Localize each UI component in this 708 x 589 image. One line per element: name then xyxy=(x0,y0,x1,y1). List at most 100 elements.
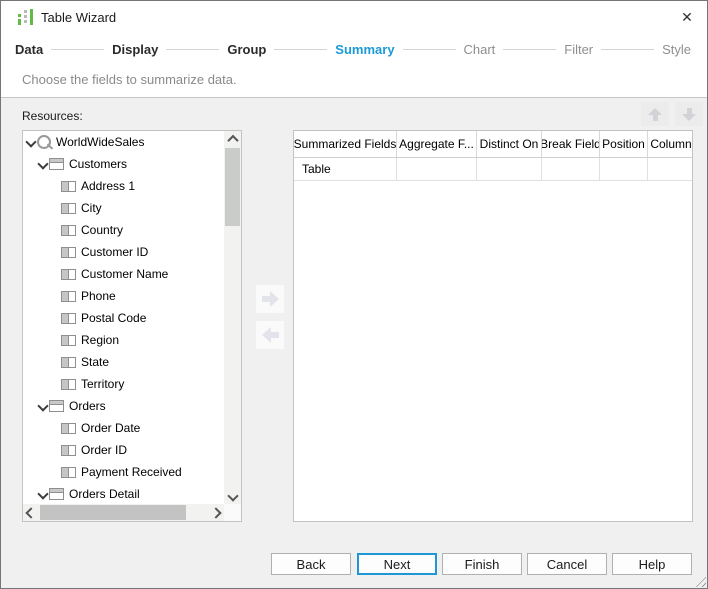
summary-fields-panel: Summarized FieldsAggregate F...Distinct … xyxy=(293,130,693,522)
tree-item-label: State xyxy=(81,355,109,369)
tree-item-country[interactable]: Country xyxy=(23,219,224,241)
cancel-button[interactable]: Cancel xyxy=(527,553,607,575)
icon-bar xyxy=(18,14,21,25)
tree-item-city[interactable]: City xyxy=(23,197,224,219)
collapse-chevron-icon[interactable] xyxy=(26,137,37,148)
tree-item-label: Address 1 xyxy=(81,179,135,193)
table-cell[interactable]: Table xyxy=(294,158,397,181)
tree-item-label: Order ID xyxy=(81,443,127,457)
resize-grip[interactable] xyxy=(693,574,706,587)
move-down-button[interactable] xyxy=(675,102,703,126)
column-icon xyxy=(61,203,76,214)
column-icon xyxy=(61,467,76,478)
collapse-chevron-icon[interactable] xyxy=(38,159,49,170)
tree-item-state[interactable]: State xyxy=(23,351,224,373)
tree-item-customer-name[interactable]: Customer Name xyxy=(23,263,224,285)
scroll-left-icon[interactable] xyxy=(23,504,39,521)
scroll-down-icon[interactable] xyxy=(224,488,241,504)
column-header-summarized-fields[interactable]: Summarized Fields xyxy=(294,131,397,157)
left-arrow-icon xyxy=(262,327,279,343)
horizontal-scroll-thumb[interactable] xyxy=(40,505,186,520)
back-button[interactable]: Back xyxy=(271,553,351,575)
tree-item-orders-detail[interactable]: Orders Detail xyxy=(23,483,224,504)
tree-item-postal-code[interactable]: Postal Code xyxy=(23,307,224,329)
column-icon xyxy=(61,445,76,456)
chevron-spacer xyxy=(50,203,61,214)
chevron-spacer xyxy=(50,313,61,324)
tree-item-customers[interactable]: Customers xyxy=(23,153,224,175)
tree-item-region[interactable]: Region xyxy=(23,329,224,351)
tree-item-label: Order Date xyxy=(81,421,140,435)
table-cell[interactable] xyxy=(600,158,648,181)
next-button[interactable]: Next xyxy=(357,553,437,575)
step-style[interactable]: Style xyxy=(662,42,691,57)
tree-item-payment-received[interactable]: Payment Received xyxy=(23,461,224,483)
vertical-scroll-thumb[interactable] xyxy=(225,148,240,226)
step-connector xyxy=(403,49,456,50)
move-up-button[interactable] xyxy=(641,102,669,126)
close-icon[interactable]: ✕ xyxy=(675,7,699,27)
step-display[interactable]: Display xyxy=(112,42,158,57)
column-header-column[interactable]: Column xyxy=(648,131,693,157)
tree-item-order-id[interactable]: Order ID xyxy=(23,439,224,461)
table-cell[interactable] xyxy=(397,158,477,181)
chevron-spacer xyxy=(50,445,61,456)
collapse-chevron-icon[interactable] xyxy=(38,401,49,412)
column-header-break-field[interactable]: Break Field xyxy=(542,131,600,157)
tree-item-label: Customer ID xyxy=(81,245,148,259)
column-icon xyxy=(61,357,76,368)
table-cell[interactable] xyxy=(648,158,693,181)
table-cell[interactable] xyxy=(477,158,542,181)
help-button[interactable]: Help xyxy=(612,553,692,575)
resources-tree: WorldWideSalesCustomers Address 1 CityCoun… xyxy=(23,131,224,504)
step-summary[interactable]: Summary xyxy=(335,42,394,57)
tree-item-label: Phone xyxy=(81,289,116,303)
step-group[interactable]: Group xyxy=(227,42,266,57)
chevron-spacer xyxy=(50,247,61,258)
tree-item-orders[interactable]: Orders xyxy=(23,395,224,417)
tree-item-phone[interactable]: Phone xyxy=(23,285,224,307)
step-chart[interactable]: Chart xyxy=(464,42,496,57)
up-arrow-icon xyxy=(648,108,662,121)
remove-field-button[interactable] xyxy=(256,321,284,349)
table-row[interactable]: Table xyxy=(294,158,692,181)
column-icon xyxy=(61,247,76,258)
tree-item-label: Region xyxy=(81,333,119,347)
column-header-position[interactable]: Position xyxy=(600,131,648,157)
chevron-spacer xyxy=(50,357,61,368)
wizard-subtitle: Choose the fields to summarize data. xyxy=(22,72,237,87)
summary-table-body: Table xyxy=(294,158,692,181)
finish-button[interactable]: Finish xyxy=(442,553,522,575)
resources-label: Resources: xyxy=(22,109,83,123)
scroll-right-icon[interactable] xyxy=(208,504,224,521)
table-cell[interactable] xyxy=(542,158,600,181)
step-data[interactable]: Data xyxy=(15,42,43,57)
add-field-button[interactable] xyxy=(256,285,284,313)
step-connector xyxy=(601,49,654,50)
tree-horizontal-scrollbar[interactable] xyxy=(23,504,224,521)
tree-item-label: Postal Code xyxy=(81,311,146,325)
column-icon xyxy=(61,423,76,434)
tree-item-label: Customer Name xyxy=(81,267,168,281)
tree-item-order-date[interactable]: Order Date xyxy=(23,417,224,439)
tree-item-worldwidesales[interactable]: WorldWideSales xyxy=(23,131,224,153)
scrollbar-corner xyxy=(224,504,241,521)
tree-vertical-scrollbar[interactable] xyxy=(224,131,241,504)
table-wizard-dialog: Table Wizard ✕ Data Display Group Summary Ch… xyxy=(0,0,708,589)
tree-item-customer-id[interactable]: Customer ID xyxy=(23,241,224,263)
column-icon xyxy=(61,291,76,302)
column-header-aggregate-f[interactable]: Aggregate F... xyxy=(397,131,477,157)
chevron-spacer xyxy=(50,291,61,302)
column-icon xyxy=(61,335,76,346)
collapse-chevron-icon[interactable] xyxy=(38,489,49,500)
column-header-distinct-on[interactable]: Distinct On xyxy=(477,131,542,157)
tree-item-address-1[interactable]: Address 1 xyxy=(23,175,224,197)
summary-table-header: Summarized FieldsAggregate F...Distinct … xyxy=(294,131,692,158)
scroll-up-icon[interactable] xyxy=(224,131,241,147)
column-icon xyxy=(61,181,76,192)
chevron-spacer xyxy=(50,335,61,346)
step-connector xyxy=(503,49,556,50)
step-filter[interactable]: Filter xyxy=(564,42,593,57)
title-bar: Table Wizard ✕ xyxy=(1,1,707,33)
tree-item-territory[interactable]: Territory xyxy=(23,373,224,395)
